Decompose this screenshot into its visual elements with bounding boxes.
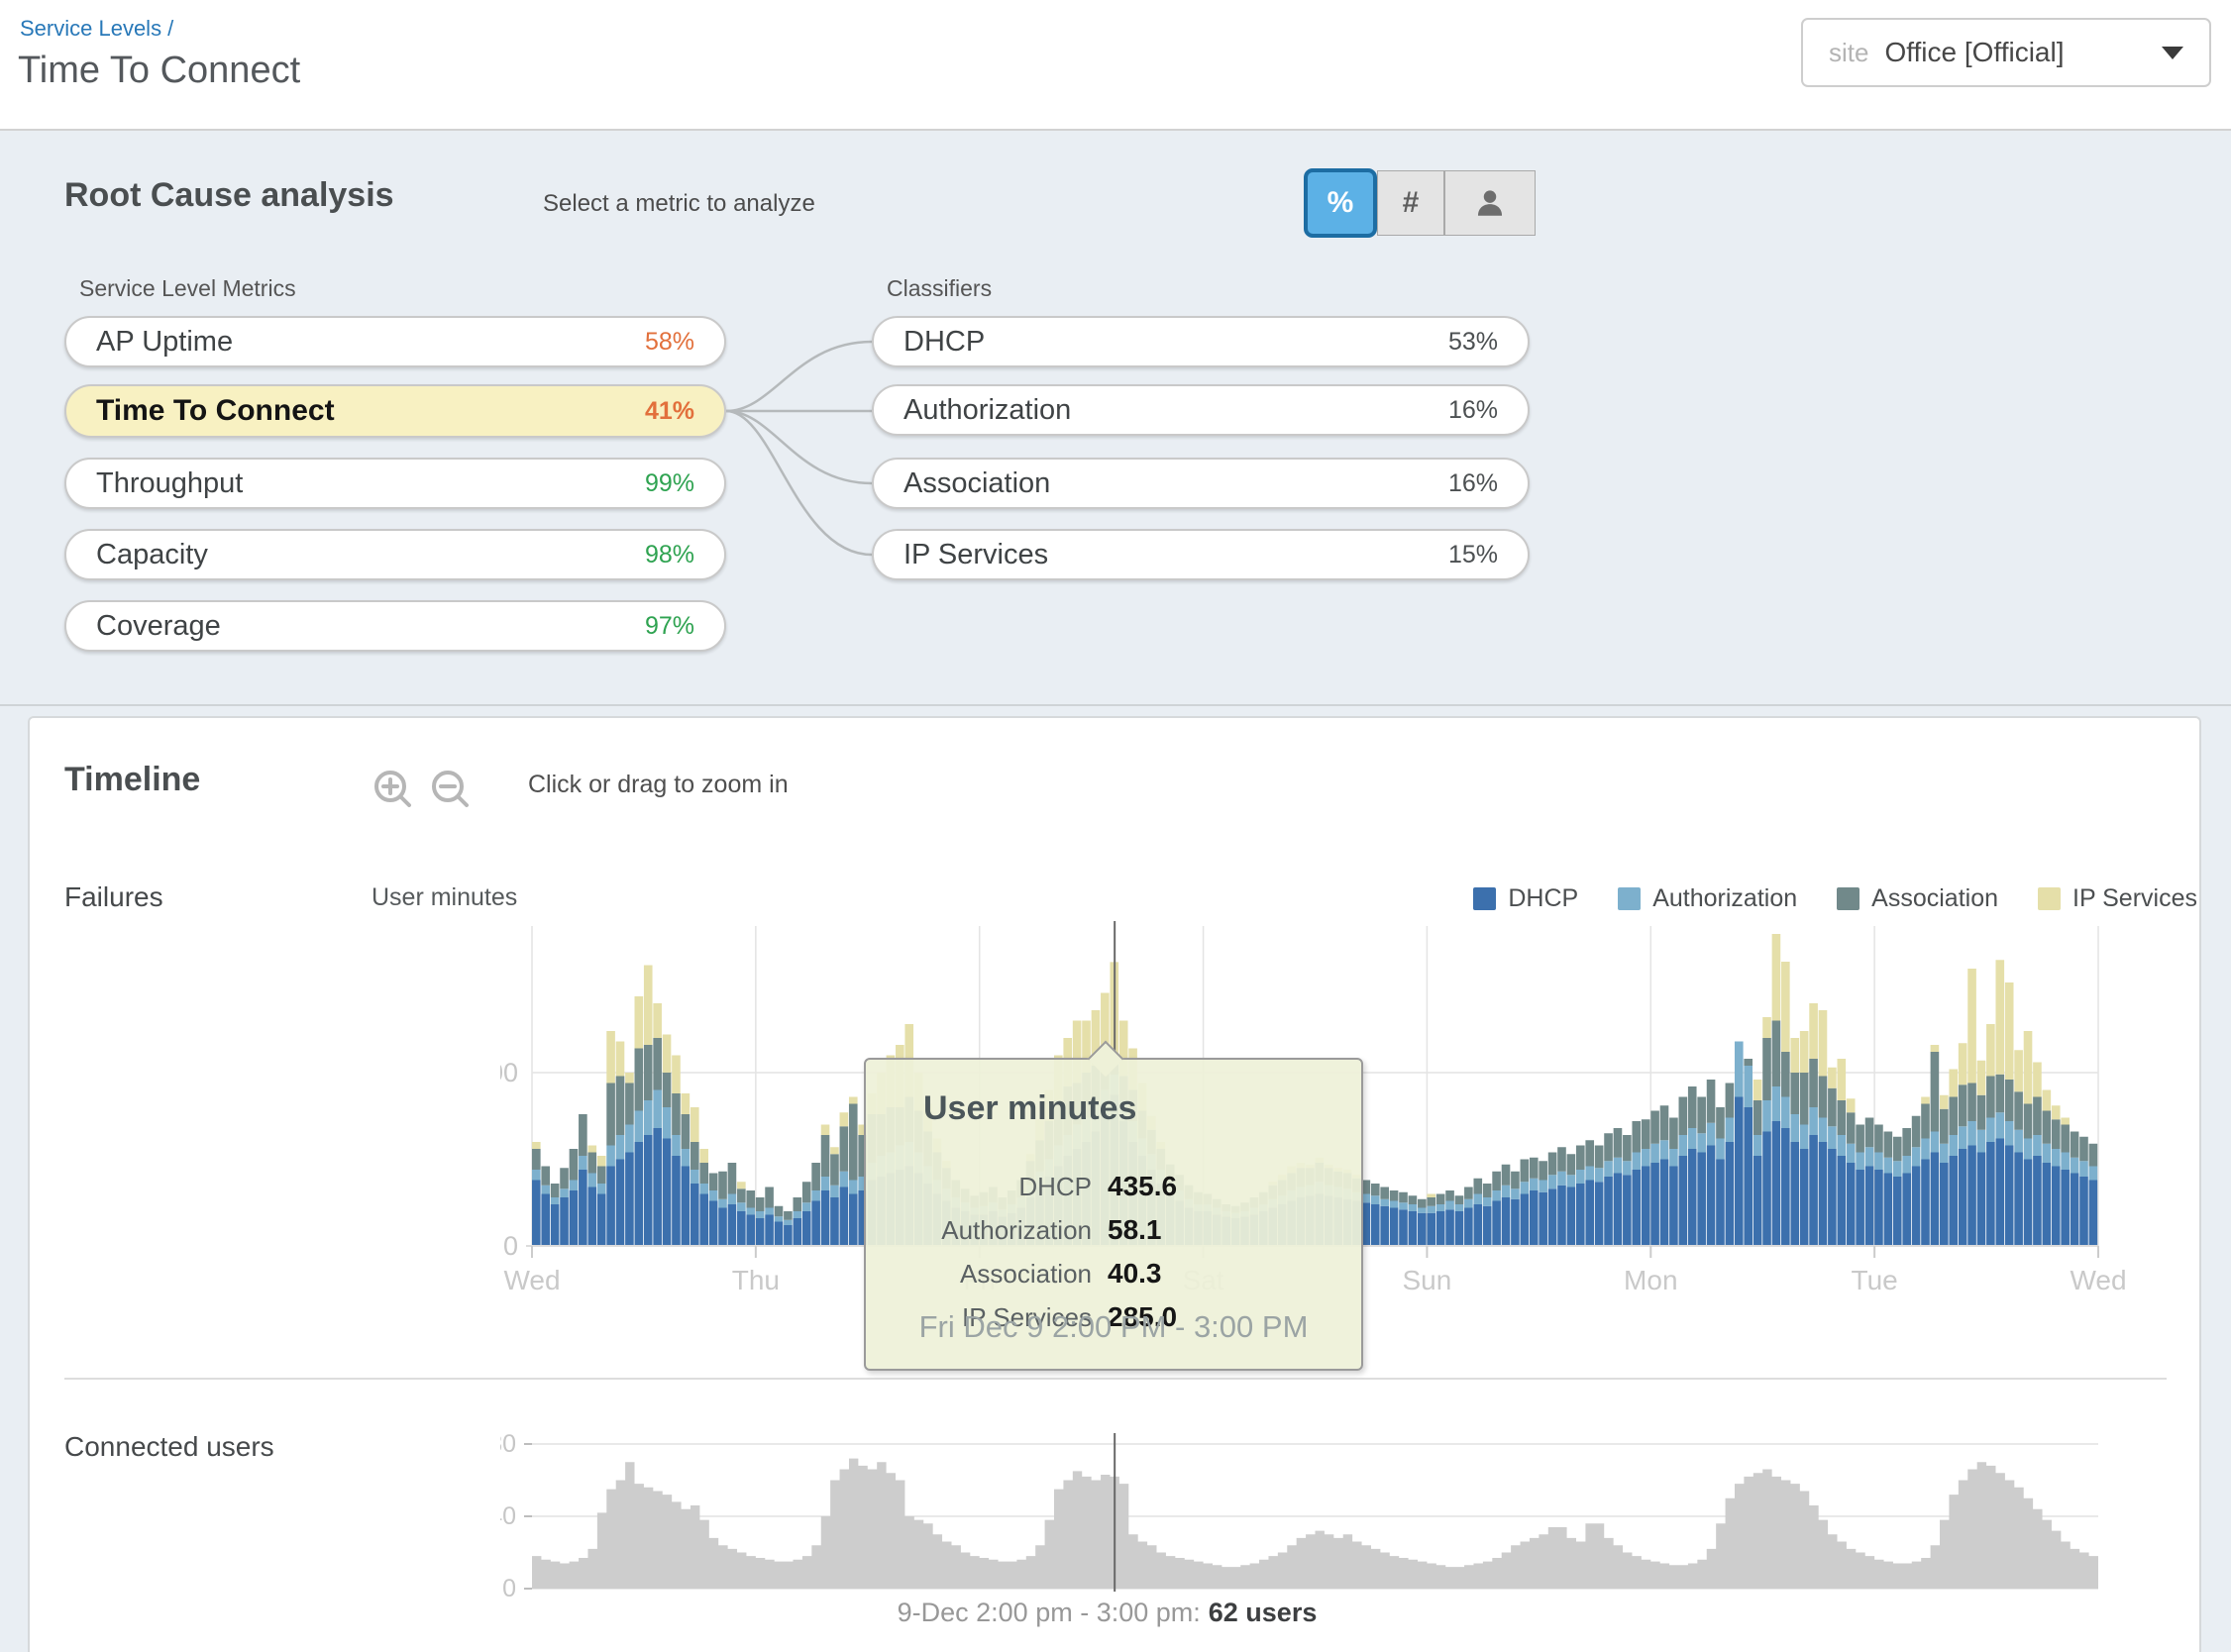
legend-label: DHCP	[1508, 884, 1578, 913]
association-swatch	[1837, 887, 1859, 910]
metric-value: 97%	[645, 612, 694, 641]
metric-pill-coverage[interactable]: Coverage 97%	[64, 600, 726, 652]
tooltip-row-value: 435.6	[1108, 1171, 1177, 1202]
svg-text:Mon: Mon	[1624, 1265, 1677, 1295]
site-selector-value: Office [Official]	[1884, 37, 2146, 68]
zoom-hint-text: Click or drag to zoom in	[528, 771, 789, 799]
svg-text:0: 0	[503, 1231, 518, 1261]
tooltip-row-label: DHCP	[866, 1172, 1092, 1202]
classifier-pill-ip-services[interactable]: IP Services 15%	[872, 529, 1530, 580]
tooltip-row-value: 40.3	[1108, 1258, 1162, 1290]
metric-label: Time To Connect	[96, 394, 645, 428]
person-icon	[1473, 186, 1507, 220]
failures-axis-title: User minutes	[372, 883, 517, 912]
metric-unit-toggle-group: % #	[1306, 170, 1536, 236]
classifier-value: 16%	[1448, 396, 1498, 425]
metric-value: 99%	[645, 469, 694, 498]
root-cause-subtitle: Select a metric to analyze	[543, 190, 815, 218]
legend-label: Association	[1871, 884, 1998, 913]
caption-value: 62 users	[1209, 1598, 1318, 1627]
svg-text:0: 0	[502, 1575, 516, 1602]
tooltip-row: Authorization 58.1	[866, 1210, 1361, 1250]
classifier-pill-association[interactable]: Association 16%	[872, 458, 1530, 509]
timeline-title: Timeline	[64, 761, 200, 799]
count-toggle-button[interactable]: #	[1377, 170, 1444, 236]
classifier-pill-authorization[interactable]: Authorization 16%	[872, 384, 1530, 436]
page-title: Time To Connect	[18, 50, 300, 92]
svg-text:Sun: Sun	[1403, 1265, 1452, 1295]
legend-label: IP Services	[2072, 884, 2197, 913]
tooltip-title: User minutes	[923, 1089, 1136, 1128]
tooltip-row: Association 40.3	[866, 1254, 1361, 1293]
legend-item-association[interactable]: Association	[1837, 884, 1998, 913]
site-selector-prefix: site	[1829, 38, 1868, 68]
legend-item-ip-services[interactable]: IP Services	[2038, 884, 2197, 913]
legend-item-authorization[interactable]: Authorization	[1618, 884, 1797, 913]
chevron-down-icon	[2162, 47, 2183, 59]
metric-classifier-connectors	[726, 316, 872, 583]
chart-tooltip: User minutes DHCP 435.6 Authorization 58…	[864, 1058, 1363, 1371]
classifier-value: 53%	[1448, 328, 1498, 357]
failures-legend: DHCP Authorization Association IP Servic…	[1367, 884, 2197, 913]
metric-label: Throughput	[96, 467, 645, 500]
authorization-swatch	[1618, 887, 1641, 910]
metric-label: Capacity	[96, 539, 645, 571]
dhcp-swatch	[1473, 887, 1496, 910]
metric-value: 41%	[645, 397, 694, 426]
metric-pill-capacity[interactable]: Capacity 98%	[64, 529, 726, 580]
legend-label: Authorization	[1652, 884, 1797, 913]
failures-label: Failures	[64, 881, 163, 913]
classifier-label: Authorization	[903, 394, 1448, 427]
connected-users-label: Connected users	[64, 1431, 274, 1463]
tooltip-row-value: 58.1	[1108, 1214, 1162, 1246]
classifier-label: IP Services	[903, 539, 1448, 571]
tooltip-row-label: Association	[866, 1259, 1092, 1290]
svg-text:Wed: Wed	[2070, 1265, 2125, 1295]
connected-users-caption: 9-Dec 2:00 pm - 3:00 pm: 62 users	[594, 1598, 1620, 1628]
svg-text:Tue: Tue	[1852, 1265, 1898, 1295]
ip-services-swatch	[2038, 887, 2061, 910]
svg-text:40: 40	[500, 1502, 516, 1530]
svg-text:Thu: Thu	[732, 1265, 780, 1295]
metric-label: Coverage	[96, 610, 645, 643]
svg-text:80: 80	[500, 1430, 516, 1458]
tooltip-row: DHCP 435.6	[866, 1167, 1361, 1206]
breadcrumb[interactable]: Service Levels /	[20, 16, 173, 42]
metric-value: 58%	[645, 328, 694, 357]
svg-text:500: 500	[500, 1058, 518, 1087]
classifiers-column-label: Classifiers	[887, 275, 992, 302]
legend-item-dhcp[interactable]: DHCP	[1473, 884, 1578, 913]
metric-pill-throughput[interactable]: Throughput 99%	[64, 458, 726, 509]
classifier-pill-dhcp[interactable]: DHCP 53%	[872, 316, 1530, 367]
metric-value: 98%	[645, 541, 694, 569]
classifier-label: Association	[903, 467, 1448, 500]
tooltip-timerange: Fri Dec 9 2:00 PM - 3:00 PM	[866, 1309, 1361, 1345]
users-toggle-button[interactable]	[1444, 170, 1536, 236]
metric-pill-ap-uptime[interactable]: AP Uptime 58%	[64, 316, 726, 367]
tooltip-row-label: Authorization	[866, 1215, 1092, 1246]
site-selector[interactable]: site Office [Official]	[1801, 18, 2211, 87]
svg-text:Wed: Wed	[503, 1265, 560, 1295]
zoom-out-icon[interactable]	[434, 773, 467, 805]
metric-label: AP Uptime	[96, 326, 645, 359]
classifier-label: DHCP	[903, 326, 1448, 359]
root-cause-title: Root Cause analysis	[64, 176, 394, 215]
percent-toggle-button[interactable]: %	[1304, 168, 1377, 238]
zoom-in-icon[interactable]	[376, 773, 409, 805]
zoom-controls	[369, 765, 487, 822]
classifier-value: 15%	[1448, 541, 1498, 569]
metric-pill-time-to-connect[interactable]: Time To Connect 41%	[64, 384, 726, 438]
metrics-column-label: Service Level Metrics	[79, 275, 296, 302]
section-divider	[64, 1378, 2167, 1380]
classifier-value: 16%	[1448, 469, 1498, 498]
connected-users-chart[interactable]: 80 40 0	[500, 1426, 2125, 1604]
caption-timerange: 9-Dec 2:00 pm - 3:00 pm:	[898, 1598, 1201, 1627]
